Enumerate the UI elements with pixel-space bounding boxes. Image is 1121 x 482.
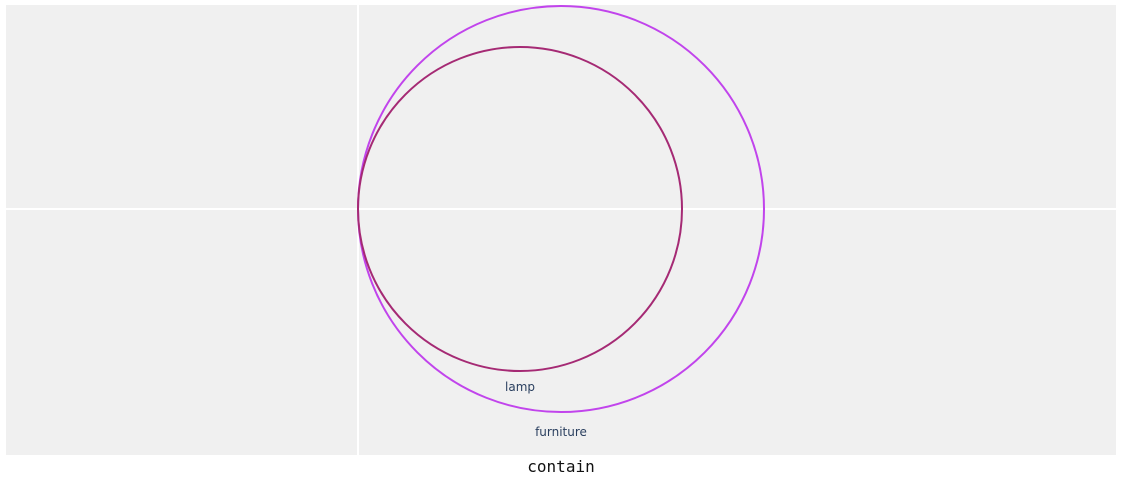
plot-background: [6, 5, 1116, 455]
containment-diagram: lamp furniture contain: [6, 5, 1116, 476]
furniture-label: furniture: [535, 425, 587, 439]
relation-caption: contain: [527, 457, 594, 476]
lamp-label: lamp: [505, 380, 535, 394]
